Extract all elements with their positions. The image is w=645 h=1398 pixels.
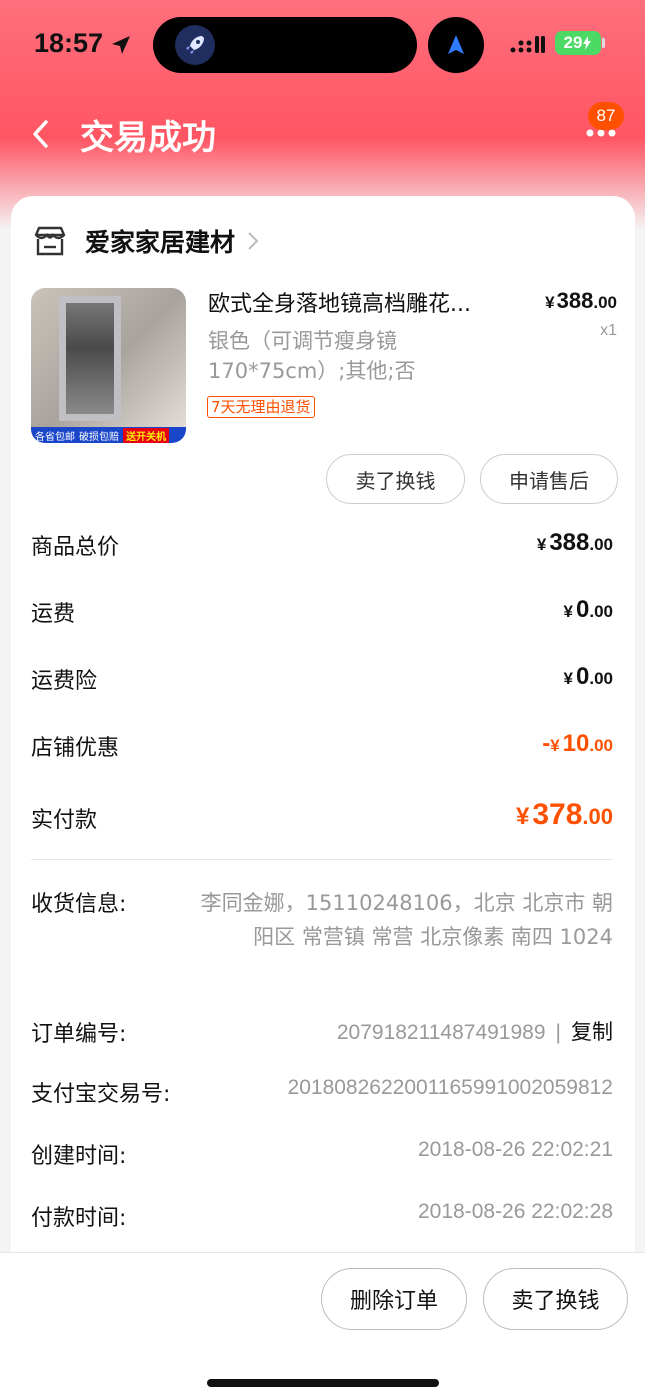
order-number-value: 207918211487491989 | 复制: [336, 1020, 613, 1044]
image-promo-strip: 各省包邮 破损包赔 送开关机: [31, 427, 186, 443]
price-integer: 388: [556, 288, 594, 313]
info-row-created-time: 创建时间: 2018-08-26 22:02:21: [31, 1138, 613, 1172]
image-strip-promo: 送开关机: [123, 427, 169, 443]
image-strip-text: 各省包邮: [35, 431, 75, 443]
bottom-action-bar: 删除订单 卖了换钱: [0, 1252, 645, 1398]
product-spec: 银色（可调节瘦身镜170*75cm）;其他;否: [208, 329, 416, 383]
navigation-arrow-icon: [428, 17, 484, 73]
battery-tip: [602, 38, 605, 48]
status-time: 18:57: [34, 28, 104, 58]
info-label: 支付宝交易号:: [31, 1082, 171, 1107]
shop-row[interactable]: 爱家家居建材: [33, 220, 259, 262]
signal-icon: [510, 36, 545, 53]
product-image[interactable]: 各省包邮 破损包赔 送开关机: [31, 288, 186, 443]
image-strip-text: 破损包赔: [79, 431, 119, 443]
location-arrow-icon: [112, 36, 130, 54]
fee-value: ¥378.00: [515, 798, 613, 831]
info-label: 订单编号:: [31, 1022, 127, 1047]
info-row-order-number: 订单编号: 207918211487491989 | 复制: [31, 1016, 613, 1050]
fee-row-store-discount: 店铺优惠 -¥ 10.00: [31, 730, 613, 770]
page-title: 交易成功: [80, 118, 216, 158]
battery-icon: 29: [555, 31, 601, 55]
sell-item-button[interactable]: 卖了换钱: [326, 454, 465, 504]
delete-order-button[interactable]: 删除订单: [321, 1268, 467, 1330]
fee-value: ¥388.00: [536, 529, 613, 556]
fee-label: 商品总价: [31, 535, 120, 560]
price-currency: ¥: [545, 293, 555, 312]
fee-value: ¥0.00: [563, 663, 613, 690]
status-bar: 18:57 29: [0, 0, 645, 90]
fee-label: 店铺优惠: [31, 736, 120, 761]
after-sale-button[interactable]: 申请售后: [480, 454, 618, 504]
fee-row-total-paid: 实付款 ¥378.00: [31, 798, 613, 848]
fee-value: ¥0.00: [563, 596, 613, 623]
shop-name: 爱家家居建材: [85, 228, 236, 257]
message-count-badge: 87: [588, 102, 624, 130]
info-label: 创建时间:: [31, 1144, 127, 1169]
product-price: ¥388.00: [545, 288, 617, 314]
charging-bolt-icon: [583, 36, 592, 50]
mirror-picture: [59, 296, 121, 421]
info-label: 付款时间:: [31, 1206, 127, 1231]
info-label: 收货信息:: [31, 892, 127, 917]
fee-label: 运费险: [31, 669, 98, 694]
paid-time-value: 2018-08-26 22:02:28: [418, 1200, 613, 1223]
home-indicator: [207, 1379, 439, 1387]
info-row-alipay: 支付宝交易号: 2018082622001165991002059812: [31, 1076, 613, 1110]
info-row-paid-time: 付款时间: 2018-08-26 22:02:28: [31, 1200, 613, 1234]
fee-label: 运费: [31, 602, 76, 627]
fee-label: 实付款: [31, 808, 98, 833]
back-arrow-icon[interactable]: [30, 118, 50, 150]
shop-icon: [34, 226, 66, 256]
address-value: 李同金娜，15110248106，北京 北京市 朝阳区 常营镇 常营 北京像素 …: [200, 891, 613, 949]
chevron-right-icon: [248, 232, 259, 250]
product-title[interactable]: 欧式全身落地镜高档雕花...: [208, 286, 508, 318]
info-row-address: 收货信息: 李同金娜，15110248106，北京 北京市 朝阳区 常营镇 常营…: [31, 886, 613, 996]
fee-value: -¥ 10.00: [542, 730, 613, 757]
return-policy-tag: 7天无理由退货: [207, 396, 315, 418]
fee-row-subtotal: 商品总价 ¥388.00: [31, 529, 613, 569]
dynamic-island: [153, 17, 417, 73]
fee-row-shipping-insurance: 运费险 ¥0.00: [31, 663, 613, 703]
order-card: 爱家家居建材 各省包邮 破损包赔 送开关机 欧式全身落地镜高档雕花... ¥38…: [11, 196, 635, 1276]
divider: [31, 859, 613, 860]
battery-level: 29: [563, 33, 583, 52]
product-quantity: x1: [600, 322, 617, 339]
alipay-number-value: 2018082622001165991002059812: [287, 1076, 613, 1099]
fee-row-shipping: 运费 ¥0.00: [31, 596, 613, 636]
sell-item-bottom-button[interactable]: 卖了换钱: [483, 1268, 628, 1330]
rocket-icon: [175, 25, 215, 65]
price-decimal: .00: [593, 293, 617, 312]
copy-button[interactable]: 复制: [571, 1020, 613, 1044]
created-time-value: 2018-08-26 22:02:21: [418, 1138, 613, 1161]
